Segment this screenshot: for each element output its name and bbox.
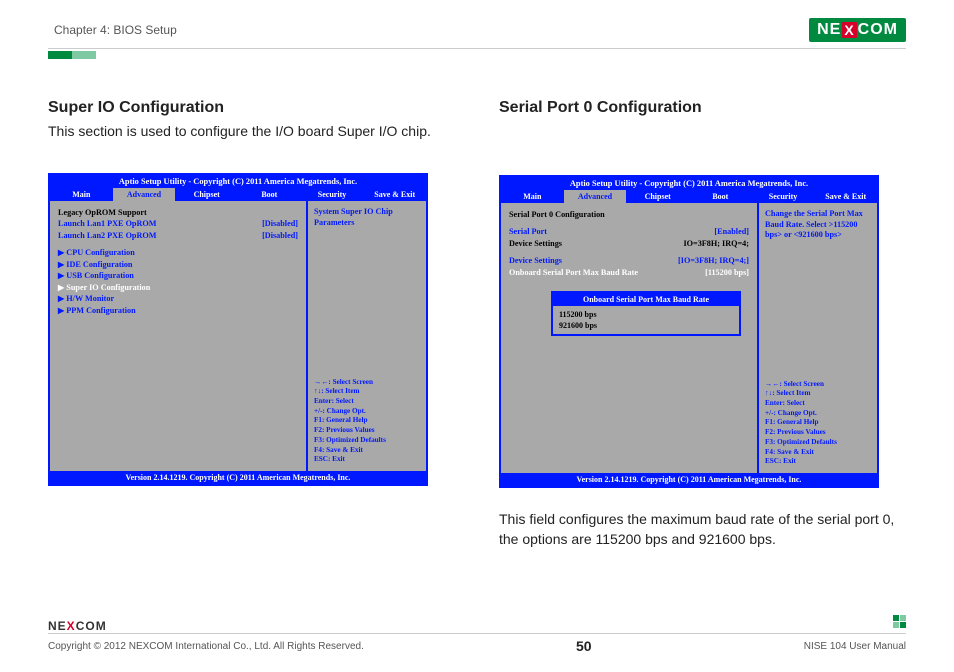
brand-text-left: NE [817, 21, 841, 39]
section-title-superio: Super IO Configuration [48, 99, 455, 117]
footer-logo: NEXCOM [48, 619, 906, 633]
bios-tab-advanced[interactable]: Advanced [564, 190, 627, 203]
section-title-serial: Serial Port 0 Configuration [499, 99, 906, 117]
popup-item-115200[interactable]: 115200 bps [559, 310, 597, 319]
bios-group-label: Legacy OpROM Support [58, 207, 298, 218]
bios-tab-chipset[interactable]: Chipset [175, 188, 238, 201]
bios-item-baud-rate[interactable]: Onboard Serial Port Max Baud Rate[115200… [509, 267, 749, 278]
popup-title: Onboard Serial Port Max Baud Rate [553, 293, 739, 306]
section-desc-serial: This field configures the maximum baud r… [499, 510, 906, 549]
bios-help-title: System Super IO Chip Parameters [314, 207, 420, 228]
brand-logo: NE X COM [809, 18, 906, 42]
bios-sub-ide[interactable]: ▶IDE Configuration [58, 259, 298, 270]
brand-text-right: COM [858, 21, 898, 39]
bios-tab-boot[interactable]: Boot [238, 188, 301, 201]
page-number: 50 [576, 638, 592, 654]
bios-item-lan1[interactable]: Launch Lan1 PXE OpROM[Disabled] [58, 218, 298, 229]
bios-item-lan2[interactable]: Launch Lan2 PXE OpROM[Disabled] [58, 230, 298, 241]
footer-copyright: Copyright © 2012 NEXCOM International Co… [48, 641, 364, 652]
footer-manual: NISE 104 User Manual [804, 641, 906, 652]
bios-tab-advanced[interactable]: Advanced [113, 188, 176, 201]
bios-footer: Version 2.14.1219. Copyright (C) 2011 Am… [50, 471, 426, 484]
bios-tab-main[interactable]: Main [501, 190, 564, 203]
bios-footer: Version 2.14.1219. Copyright (C) 2011 Am… [501, 473, 877, 486]
bios-header: Aptio Setup Utility - Copyright (C) 2011… [501, 177, 877, 190]
bios-tab-chipset[interactable]: Chipset [626, 190, 689, 203]
bios-sub-hwmon[interactable]: ▶H/W Monitor [58, 293, 298, 304]
bios-tab-security[interactable]: Security [752, 190, 815, 203]
bios-tabs: Main Advanced Chipset Boot Security Save… [50, 188, 426, 201]
bios-item-serial-port[interactable]: Serial Port[Enabled] [509, 226, 749, 237]
bios-sub-superio[interactable]: ▶Super IO Configuration [58, 282, 298, 293]
baud-rate-popup: Onboard Serial Port Max Baud Rate 115200… [551, 291, 741, 336]
bios-tab-boot[interactable]: Boot [689, 190, 752, 203]
bios-tab-save-exit[interactable]: Save & Exit [363, 188, 426, 201]
section-desc-superio: This section is used to configure the I/… [48, 123, 455, 139]
chapter-label: Chapter 4: BIOS Setup [54, 23, 177, 37]
bios-sub-usb[interactable]: ▶USB Configuration [58, 270, 298, 281]
bios-window-left: Aptio Setup Utility - Copyright (C) 2011… [48, 173, 428, 486]
bios-tab-save-exit[interactable]: Save & Exit [814, 190, 877, 203]
bios-sub-cpu[interactable]: ▶CPU Configuration [58, 247, 298, 258]
brand-x-icon: X [842, 22, 856, 38]
bios-item-device-settings: Device SettingsIO=3F8H; IRQ=4; [509, 238, 749, 249]
bios-help-title: Change the Serial Port Max Baud Rate. Se… [765, 209, 871, 241]
bios-item-device-settings-2[interactable]: Device Settings[IO=3F8H; IRQ=4;] [509, 255, 749, 266]
bios-tab-main[interactable]: Main [50, 188, 113, 201]
bios-group-label: Serial Port 0 Configuration [509, 209, 749, 220]
bios-sub-ppm[interactable]: ▶PPM Configuration [58, 305, 298, 316]
popup-item-921600[interactable]: 921600 bps [559, 320, 733, 331]
bios-help-keys: →←: Select Screen↑↓: Select ItemEnter: S… [765, 380, 871, 467]
bios-tabs: Main Advanced Chipset Boot Security Save… [501, 190, 877, 203]
bios-help-keys: →←: Select Screen↑↓: Select ItemEnter: S… [314, 378, 420, 465]
accent-bar [48, 51, 906, 59]
bios-header: Aptio Setup Utility - Copyright (C) 2011… [50, 175, 426, 188]
bios-tab-security[interactable]: Security [301, 188, 364, 201]
bios-window-right: Aptio Setup Utility - Copyright (C) 2011… [499, 175, 879, 488]
